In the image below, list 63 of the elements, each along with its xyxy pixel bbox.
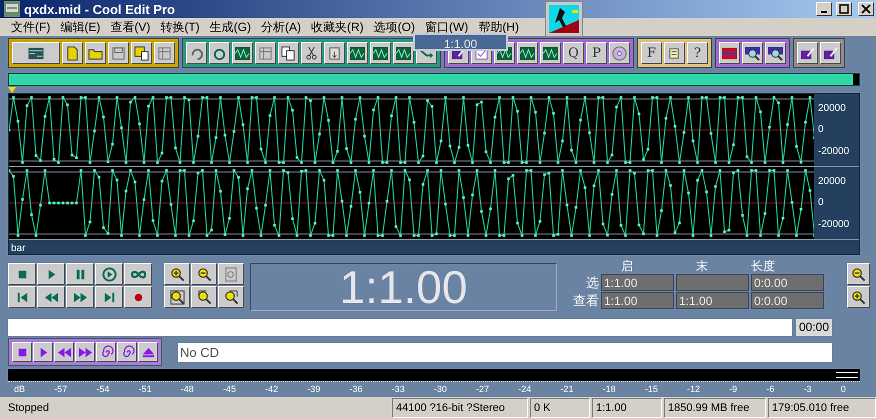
- scale-label: -12: [687, 383, 700, 396]
- status-field: 1:1.00: [592, 398, 662, 418]
- menu-item[interactable]: 帮助(H): [473, 18, 524, 36]
- scale-label: -39: [307, 383, 320, 396]
- axis-label: 20000: [817, 176, 847, 188]
- scale-label: -36: [350, 383, 363, 396]
- status-field: 0 K: [530, 398, 590, 418]
- tooltip: 1:1.00: [413, 33, 508, 51]
- scale-label: -33: [392, 383, 405, 396]
- toolbar-button[interactable]: Q: [563, 42, 584, 64]
- menu-item[interactable]: 分析(A): [256, 18, 306, 36]
- status-field: 179:05.010 free: [768, 398, 876, 418]
- scale-label: -57: [54, 383, 68, 396]
- scale-label: -42: [265, 383, 278, 396]
- scale-label: 0: [840, 383, 846, 396]
- column-header: 末: [695, 259, 709, 273]
- axis-label: 0: [817, 124, 825, 136]
- scale-label: -27: [476, 383, 490, 396]
- ruler-label: bar: [10, 243, 26, 254]
- status-field: Stopped: [4, 398, 390, 418]
- scale-label: -30: [434, 383, 447, 396]
- menu-item[interactable]: 收藏夹(R): [306, 18, 369, 36]
- time-display: 1:1.00: [250, 263, 557, 311]
- scale-label: -3: [804, 383, 812, 396]
- column-header: 长度: [751, 259, 776, 273]
- scale-label: -51: [138, 383, 152, 396]
- time-field[interactable]: 1:1.00: [601, 274, 674, 291]
- scale-label: -48: [180, 383, 194, 396]
- menu-item[interactable]: 生成(G): [204, 18, 256, 36]
- window-title: qxdx.mid - Cool Edit Pro: [24, 2, 175, 16]
- menu-item[interactable]: 编辑(E): [55, 18, 106, 36]
- time-field[interactable]: 0:0.00: [751, 274, 824, 291]
- menu-item[interactable]: 选项(O): [368, 18, 420, 36]
- scale-label: -21: [560, 383, 574, 396]
- scale-label: -18: [602, 383, 616, 396]
- column-header: 启: [620, 259, 634, 273]
- status-field: 1850.99 MB free: [664, 398, 766, 418]
- scale-label: -45: [222, 383, 236, 396]
- axis-label: 20000: [817, 103, 847, 114]
- toolbar-button[interactable]: P: [586, 42, 607, 64]
- scale-label: -6: [766, 383, 774, 396]
- axis-label: 0: [817, 197, 825, 208]
- time-field[interactable]: 1:1.00: [676, 292, 749, 309]
- row-label: 查看: [572, 292, 599, 309]
- scale-label: -9: [729, 383, 738, 396]
- cd-status: No CD: [178, 342, 832, 362]
- scale-label: -24: [518, 383, 532, 396]
- row-label: 选: [585, 274, 599, 291]
- menu-item[interactable]: 查看(V): [105, 18, 156, 36]
- time-field[interactable]: 0:0.00: [751, 292, 824, 309]
- axis-label: -20000: [817, 146, 850, 157]
- toolbar-button[interactable]: F: [641, 42, 662, 64]
- menu-item[interactable]: 转换(T): [155, 18, 205, 36]
- scale-label: -54: [96, 383, 110, 396]
- axis-label: -20000: [817, 218, 850, 230]
- status-field: 44100 ?16-bit ?Stereo: [392, 398, 528, 418]
- menu-item[interactable]: 文件(F): [6, 18, 56, 36]
- toolbar-button[interactable]: ?: [687, 42, 708, 64]
- menu-item[interactable]: 窗口(W): [420, 18, 474, 36]
- time-field[interactable]: 1:1.00: [601, 292, 674, 309]
- scale-label: -15: [644, 383, 658, 396]
- elapsed-time: 00:00: [796, 319, 832, 336]
- scale-label: dB: [14, 383, 26, 396]
